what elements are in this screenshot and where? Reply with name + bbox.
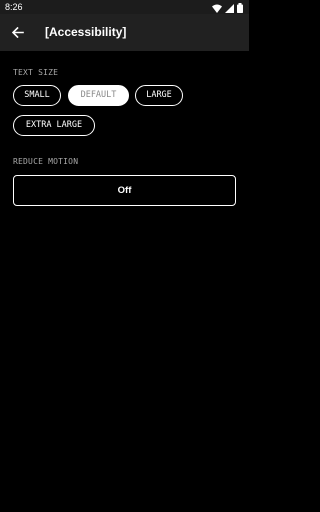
reduce-motion-button[interactable]: Off bbox=[13, 175, 236, 206]
back-button[interactable] bbox=[6, 19, 30, 45]
text-size-label: TEXT SIZE bbox=[13, 68, 59, 77]
status-bar: 8:26 bbox=[0, 0, 249, 14]
page-title: [Accessibility] bbox=[45, 25, 127, 39]
text-size-option-default[interactable]: DEFAULT bbox=[68, 85, 129, 106]
status-icons bbox=[212, 2, 243, 13]
app-bar: [Accessibility] bbox=[0, 14, 249, 51]
status-time: 8:26 bbox=[5, 2, 23, 12]
text-size-option-large[interactable]: LARGE bbox=[135, 85, 183, 106]
arrow-back-icon bbox=[11, 23, 24, 42]
text-size-option-extra-large[interactable]: EXTRA LARGE bbox=[13, 115, 95, 136]
reduce-motion-label: REDUCE MOTION bbox=[13, 157, 79, 166]
text-size-option-small[interactable]: SMALL bbox=[13, 85, 61, 106]
